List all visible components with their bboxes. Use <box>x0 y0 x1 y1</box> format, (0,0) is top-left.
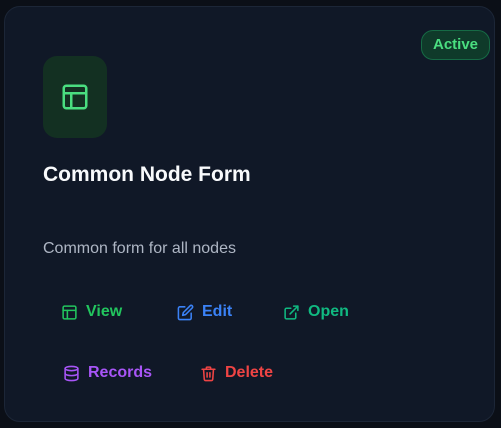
external-link-icon <box>284 304 299 320</box>
open-button[interactable]: Open <box>283 303 349 321</box>
form-card: Active Common Node Form Common form for … <box>4 6 495 422</box>
form-description: Common form for all nodes <box>43 240 236 257</box>
edit-button[interactable]: Edit <box>177 303 232 321</box>
open-label: Open <box>308 303 349 320</box>
database-icon <box>64 365 79 381</box>
trash-icon <box>201 365 216 381</box>
layout-icon <box>62 84 88 110</box>
delete-label: Delete <box>225 364 274 381</box>
edit-label: Edit <box>202 303 233 320</box>
form-icon-container <box>43 56 107 138</box>
form-title: Common Node Form <box>43 163 251 186</box>
layout-icon <box>62 304 77 320</box>
records-button[interactable]: Records <box>63 364 152 382</box>
delete-button[interactable]: Delete <box>200 364 273 382</box>
view-label: View <box>86 303 123 320</box>
edit-icon <box>177 304 194 320</box>
view-button[interactable]: View <box>61 303 122 321</box>
status-badge: Active <box>421 30 491 60</box>
records-label: Records <box>88 364 153 381</box>
